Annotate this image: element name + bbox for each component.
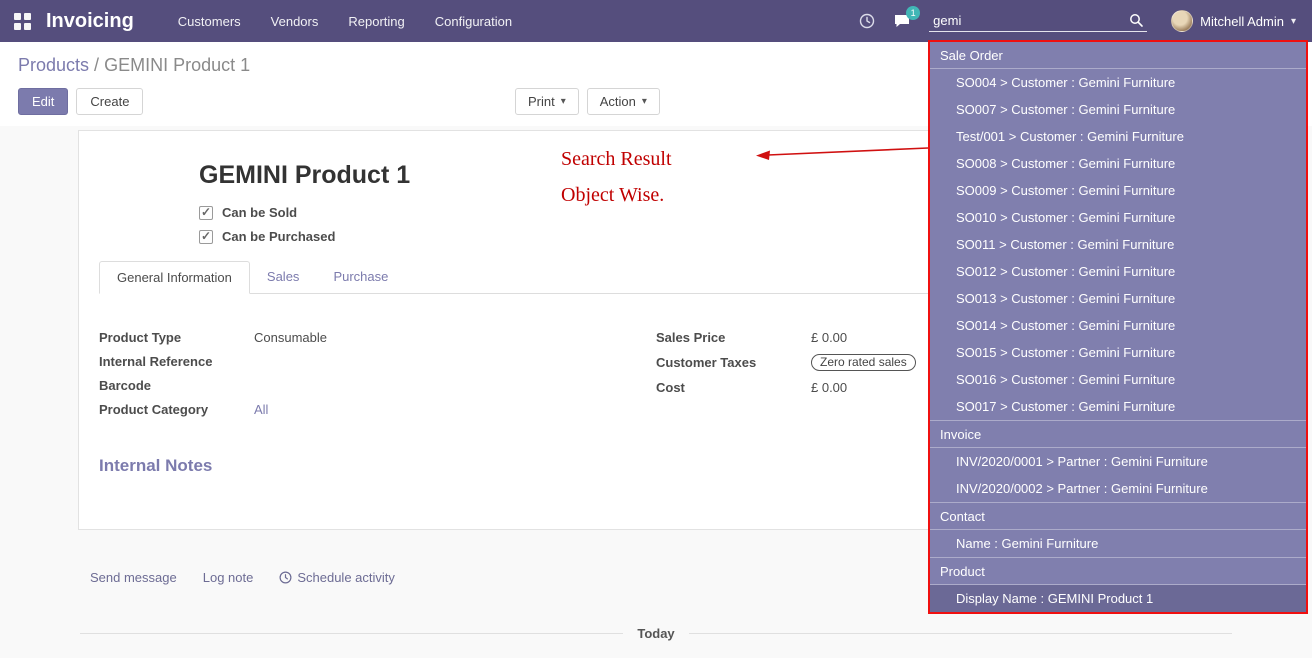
search-result-item[interactable]: INV/2020/0002 > Partner : Gemini Furnitu… — [930, 475, 1306, 502]
schedule-activity-link[interactable]: Schedule activity — [279, 570, 395, 585]
field-label: Product Type — [99, 330, 254, 345]
field-product-type: Product Type Consumable — [99, 330, 656, 345]
activity-clock-icon[interactable] — [859, 13, 875, 29]
chevron-down-icon: ▾ — [642, 96, 647, 107]
clock-icon — [279, 571, 292, 584]
field-label: Customer Taxes — [656, 355, 811, 370]
breadcrumb-current: GEMINI Product 1 — [104, 55, 250, 75]
user-name: Mitchell Admin — [1200, 14, 1284, 29]
search-result-item[interactable]: SO009 > Customer : Gemini Furniture — [930, 177, 1306, 204]
search-result-item[interactable]: SO007 > Customer : Gemini Furniture — [930, 96, 1306, 123]
search-input[interactable] — [929, 10, 1147, 32]
menu-item-reporting[interactable]: Reporting — [348, 14, 404, 29]
avatar — [1171, 10, 1193, 32]
top-navbar: Invoicing Customers Vendors Reporting Co… — [0, 0, 1312, 42]
field-value: £ 0.00 — [811, 380, 847, 395]
field-barcode: Barcode — [99, 378, 656, 393]
schedule-activity-label: Schedule activity — [297, 570, 395, 585]
today-divider: Today — [80, 626, 1232, 641]
field-label: Sales Price — [656, 330, 811, 345]
field-label: Cost — [656, 380, 811, 395]
chevron-down-icon: ▾ — [1291, 16, 1296, 27]
search-result-item[interactable]: Test/001 > Customer : Gemini Furniture — [930, 123, 1306, 150]
customer-taxes-tag[interactable]: Zero rated sales — [811, 354, 916, 371]
search-result-item[interactable]: SO008 > Customer : Gemini Furniture — [930, 150, 1306, 177]
search-result-item[interactable]: SO013 > Customer : Gemini Furniture — [930, 285, 1306, 312]
tab-general-information[interactable]: General Information — [99, 261, 250, 294]
annotation-arrow — [752, 140, 932, 168]
tab-sales[interactable]: Sales — [250, 261, 317, 293]
send-message-link[interactable]: Send message — [90, 570, 177, 585]
action-button[interactable]: Action ▾ — [587, 88, 660, 115]
search-icon[interactable] — [1129, 13, 1144, 33]
user-menu[interactable]: Mitchell Admin ▾ — [1171, 10, 1296, 32]
can-be-purchased-checkbox[interactable] — [199, 230, 213, 244]
messages-icon[interactable]: 1 — [893, 13, 911, 29]
search-result-item[interactable]: SO012 > Customer : Gemini Furniture — [930, 258, 1306, 285]
edit-button[interactable]: Edit — [18, 88, 68, 115]
app-brand[interactable]: Invoicing — [46, 10, 134, 33]
search-group-header-product: Product — [930, 557, 1306, 585]
messages-badge: 1 — [906, 6, 920, 20]
search-group-header-sale-order: Sale Order — [930, 42, 1306, 69]
search-group-header-invoice: Invoice — [930, 420, 1306, 448]
product-category-link[interactable]: All — [254, 402, 268, 417]
field-label: Barcode — [99, 378, 254, 393]
field-label: Product Category — [99, 402, 254, 417]
tab-purchase[interactable]: Purchase — [316, 261, 405, 293]
search-result-item[interactable]: INV/2020/0001 > Partner : Gemini Furnitu… — [930, 448, 1306, 475]
create-button[interactable]: Create — [76, 88, 143, 115]
print-button-label: Print — [528, 94, 555, 109]
search-result-item[interactable]: SO011 > Customer : Gemini Furniture — [930, 231, 1306, 258]
menu-item-configuration[interactable]: Configuration — [435, 14, 512, 29]
annotation-text-line2: Object Wise. — [561, 184, 664, 207]
field-value: Consumable — [254, 330, 327, 345]
search-results-dropdown: Sale Order SO004 > Customer : Gemini Fur… — [928, 40, 1308, 614]
search-result-item[interactable]: Display Name : GEMINI Product 1 — [930, 585, 1306, 612]
apps-menu-icon[interactable] — [14, 13, 31, 30]
field-value: £ 0.00 — [811, 330, 847, 345]
print-button[interactable]: Print ▾ — [515, 88, 579, 115]
navbar-search — [929, 10, 1147, 32]
search-result-item[interactable]: SO015 > Customer : Gemini Furniture — [930, 339, 1306, 366]
menu-item-vendors[interactable]: Vendors — [271, 14, 319, 29]
annotation-text-line1: Search Result — [561, 148, 672, 171]
search-result-item[interactable]: SO004 > Customer : Gemini Furniture — [930, 69, 1306, 96]
main-menu: Customers Vendors Reporting Configuratio… — [178, 14, 512, 29]
chevron-down-icon: ▾ — [561, 96, 566, 107]
search-result-item[interactable]: SO010 > Customer : Gemini Furniture — [930, 204, 1306, 231]
search-result-item[interactable]: SO016 > Customer : Gemini Furniture — [930, 366, 1306, 393]
action-button-label: Action — [600, 94, 636, 109]
today-label: Today — [637, 626, 674, 641]
breadcrumb-products-link[interactable]: Products — [18, 55, 89, 75]
search-result-item[interactable]: SO014 > Customer : Gemini Furniture — [930, 312, 1306, 339]
field-label: Internal Reference — [99, 354, 254, 369]
menu-item-customers[interactable]: Customers — [178, 14, 241, 29]
log-note-link[interactable]: Log note — [203, 570, 254, 585]
search-result-item[interactable]: Name : Gemini Furniture — [930, 530, 1306, 557]
search-group-header-contact: Contact — [930, 502, 1306, 530]
search-result-item[interactable]: SO017 > Customer : Gemini Furniture — [930, 393, 1306, 420]
field-internal-reference: Internal Reference — [99, 354, 656, 369]
field-product-category: Product Category All — [99, 402, 656, 417]
can-be-sold-checkbox[interactable] — [199, 206, 213, 220]
can-be-purchased-label: Can be Purchased — [222, 229, 335, 244]
can-be-sold-label: Can be Sold — [222, 205, 297, 220]
breadcrumb-separator: / — [89, 55, 104, 75]
